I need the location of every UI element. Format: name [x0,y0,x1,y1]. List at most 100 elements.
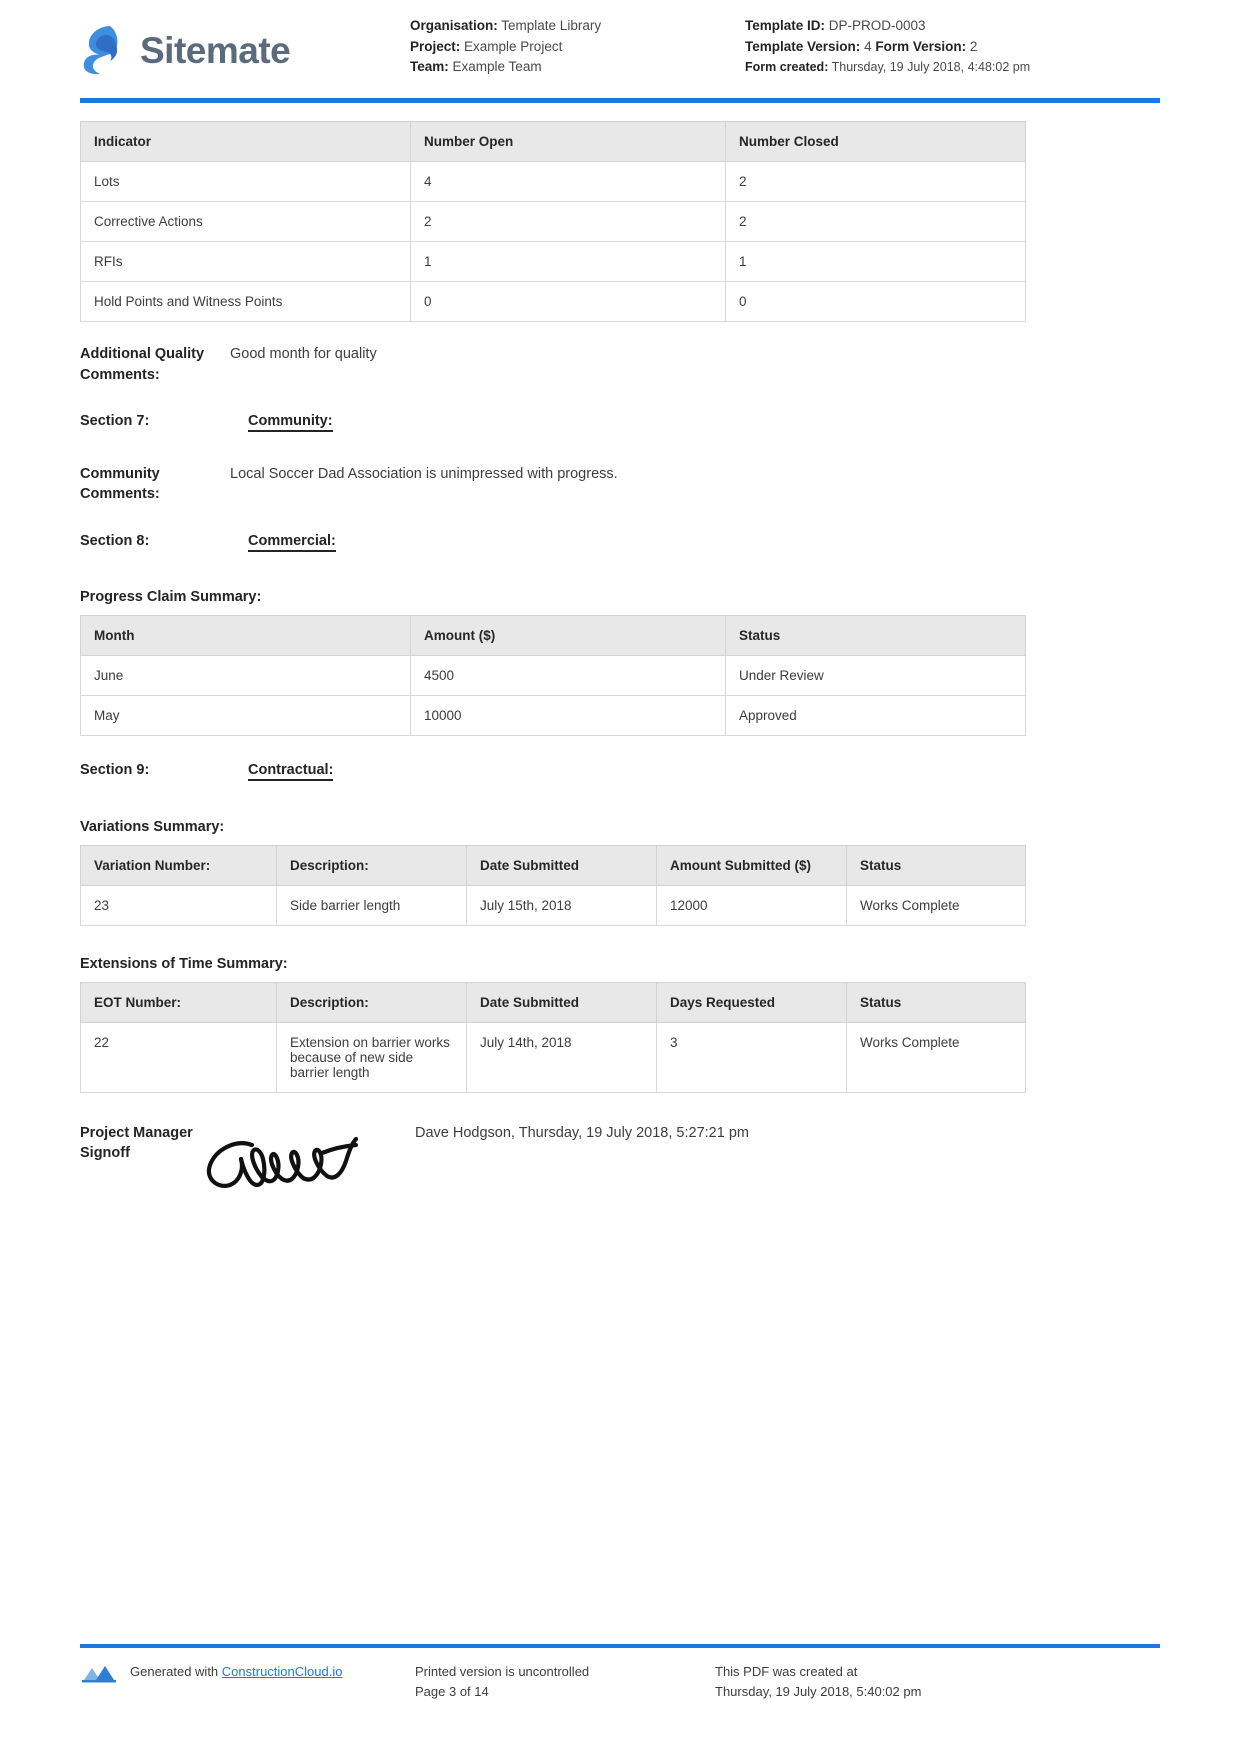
cell-number-closed: 2 [725,161,1026,202]
footer-divider [80,1644,1160,1648]
cell-status: Works Complete [846,1021,1026,1093]
table-row: Lots 4 2 [80,161,1026,202]
cell-description: Extension on barrier works because of ne… [276,1021,467,1093]
variations-heading: Variations Summary: [80,818,225,835]
table-row: Corrective Actions 2 2 [80,201,1026,242]
column-header-date-submitted: Date Submitted [466,981,657,1023]
section-8-row: Section 8: Commercial: [80,531,1160,552]
cell-number-closed: 1 [725,241,1026,282]
constructioncloud-logo-icon [80,1662,120,1684]
footer-print-info: Printed version is uncontrolled Page 3 o… [415,1662,715,1702]
table-row: 22 Extension on barrier works because of… [80,1021,1026,1093]
cell-status: Under Review [725,655,1026,696]
cell-number-open: 0 [410,281,726,322]
header-versions: Template Version: 4 Form Version: 2 [745,37,1160,58]
community-comments-row: Community Comments: Local Soccer Dad Ass… [80,464,1160,505]
column-header-number-closed: Number Closed [725,121,1026,162]
constructioncloud-link[interactable]: ConstructionCloud.io [222,1664,343,1679]
eot-table: EOT Number: Description: Date Submitted … [80,981,1026,1093]
cell-indicator: Corrective Actions [80,201,411,242]
column-header-status: Status [725,615,1026,656]
column-header-days-requested: Days Requested [656,981,847,1023]
cell-indicator: Lots [80,161,411,202]
brand-name: Sitemate [140,29,291,71]
progress-claim-heading: Progress Claim Summary: [80,589,262,605]
cell-number-closed: 2 [725,201,1026,242]
column-header-eot-number: EOT Number: [80,981,277,1023]
additional-quality-comments-row: Additional Quality Comments: Good month … [80,344,1160,385]
header-divider [80,98,1160,103]
section-8-label: Section 8: [80,532,150,549]
table-row: May 10000 Approved [80,695,1026,736]
footer-generated-text: Generated with ConstructionCloud.io [130,1662,342,1682]
cell-month: June [80,655,411,696]
header-project-label: Project: [410,38,461,54]
header-team-value: Example Team [452,59,542,74]
header-template-id-value: DP-PROD-0003 [828,18,926,33]
section-8-title: Commercial: [248,532,336,552]
header-form-version-label: Form Version: [875,38,967,54]
column-header-date-submitted: Date Submitted [466,844,657,886]
section-7-row: Section 7: Community: [80,411,1160,432]
header-organisation-label: Organisation: [410,18,498,33]
table-header-row: Variation Number: Description: Date Subm… [80,844,1026,886]
signoff-label: Project Manager Signoff [80,1124,193,1162]
additional-quality-comments-value: Good month for quality [230,346,377,362]
table-row: Hold Points and Witness Points 0 0 [80,281,1026,322]
cell-date-submitted: July 14th, 2018 [466,1021,657,1093]
cell-amount: 10000 [410,695,726,736]
header-template-id: Template ID: DP-PROD-0003 [745,16,1160,37]
section-9-row: Section 9: Contractual: [80,760,1160,781]
cell-status: Works Complete [846,884,1026,926]
signoff-value: Dave Hodgson, Thursday, 19 July 2018, 5:… [415,1124,749,1141]
header-team-label: Team: [410,59,449,74]
cell-eot-number: 22 [80,1021,277,1093]
header-meta-left: Organisation: Template Library Project: … [410,16,745,78]
cell-number-open: 1 [410,241,726,282]
cell-number-open: 4 [410,161,726,202]
footer-generated-prefix: Generated with [130,1664,222,1679]
cell-status: Approved [725,695,1026,736]
header-template-id-label: Template ID: [745,18,826,33]
footer-created-info: This PDF was created at Thursday, 19 Jul… [715,1662,1160,1702]
cell-amount: 4500 [410,655,726,696]
header-project: Project: Example Project [410,37,745,58]
eot-heading: Extensions of Time Summary: [80,955,288,972]
header-organisation: Organisation: Template Library [410,16,745,37]
indicator-table: Indicator Number Open Number Closed Lots… [80,121,1026,322]
community-comments-label: Community Comments: [80,465,160,503]
column-header-number-open: Number Open [410,121,726,162]
cell-days-requested: 3 [656,1021,847,1093]
footer-generated-with: Generated with ConstructionCloud.io [80,1662,415,1702]
document-page: Sitemate Organisation: Template Library … [0,0,1240,1754]
table-header-row: Month Amount ($) Status [80,615,1026,656]
cell-number-open: 2 [410,201,726,242]
handwritten-signature-icon [200,1123,415,1204]
column-header-indicator: Indicator [80,121,411,162]
variations-table: Variation Number: Description: Date Subm… [80,844,1026,926]
community-comments-value: Local Soccer Dad Association is unimpres… [230,465,618,482]
project-manager-signoff: Project Manager Signoff Dave Hodgson, Th… [80,1123,1160,1204]
footer-created-at-value: Thursday, 19 July 2018, 5:40:02 pm [715,1684,922,1699]
sitemate-logo-icon [80,24,126,76]
document-body: Indicator Number Open Number Closed Lots… [0,121,1240,1204]
cell-number-closed: 0 [725,281,1026,322]
progress-claim-table: Month Amount ($) Status June 4500 Under … [80,615,1026,736]
table-row: 23 Side barrier length July 15th, 2018 1… [80,884,1026,926]
column-header-amount: Amount ($) [410,615,726,656]
column-header-status: Status [846,844,1026,886]
table-row: RFIs 1 1 [80,241,1026,282]
cell-amount-submitted: 12000 [656,884,847,926]
column-header-status: Status [846,981,1026,1023]
header-project-value: Example Project [464,38,563,54]
section-7-label: Section 7: [80,413,150,429]
column-header-variation-number: Variation Number: [80,844,277,886]
document-footer: Generated with ConstructionCloud.io Prin… [0,1644,1240,1702]
document-header: Sitemate Organisation: Template Library … [0,0,1240,92]
table-header-row: Indicator Number Open Number Closed [80,121,1026,162]
table-header-row: EOT Number: Description: Date Submitted … [80,981,1026,1023]
section-7-title: Community: [248,413,333,432]
cell-date-submitted: July 15th, 2018 [466,884,657,926]
header-meta-right: Template ID: DP-PROD-0003 Template Versi… [745,16,1160,78]
footer-uncontrolled-text: Printed version is uncontrolled [415,1664,590,1679]
